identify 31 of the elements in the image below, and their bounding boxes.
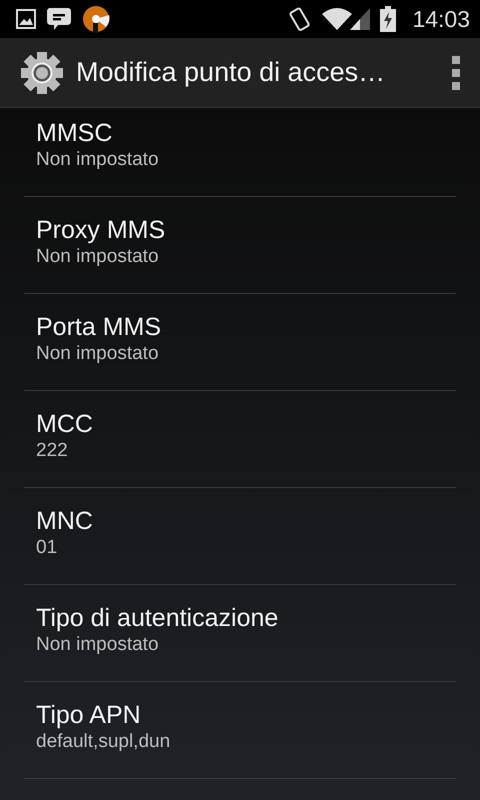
setting-title: MNC: [36, 506, 93, 536]
app-icon: [82, 5, 110, 33]
setting-value: Non impostato: [36, 245, 159, 269]
clock: 14:03: [412, 6, 470, 32]
setting-title: MCC: [36, 409, 93, 439]
battery-charging-icon: [380, 6, 396, 32]
setting-value: 01: [36, 536, 58, 560]
chat-icon: [46, 6, 72, 32]
picture-icon: [16, 9, 36, 29]
setting-row[interactable]: MCC 222: [24, 391, 456, 488]
setting-title: MMSC: [36, 118, 112, 148]
setting-value: Non impostato: [36, 342, 159, 366]
vibrate-icon: [288, 6, 312, 32]
setting-title: Proxy MMS: [36, 215, 166, 245]
setting-title: Tipo di autenticazione: [36, 603, 278, 633]
setting-value: 222: [36, 439, 68, 463]
setting-row[interactable]: Porta MMS Non impostato: [24, 294, 456, 391]
screen-title: Modifica punto di acces…: [76, 57, 386, 88]
setting-row[interactable]: Tipo APN default,supl,dun: [24, 682, 456, 779]
settings-icon[interactable]: [20, 50, 64, 94]
setting-title: Porta MMS: [36, 312, 162, 342]
setting-row[interactable]: MMSC Non impostato: [24, 108, 456, 197]
signal-icon: [350, 8, 370, 30]
setting-row[interactable]: Tipo di autenticazione Non impostato: [24, 585, 456, 682]
setting-title: Tipo APN: [36, 700, 141, 730]
setting-value: default,supl,dun: [36, 730, 170, 754]
setting-value: Non impostato: [36, 633, 159, 657]
overflow-menu-icon[interactable]: [452, 56, 460, 90]
setting-row[interactable]: MNC 01: [24, 488, 456, 585]
setting-value: Non impostato: [36, 148, 159, 172]
setting-row[interactable]: Proxy MMS Non impostato: [24, 197, 456, 294]
